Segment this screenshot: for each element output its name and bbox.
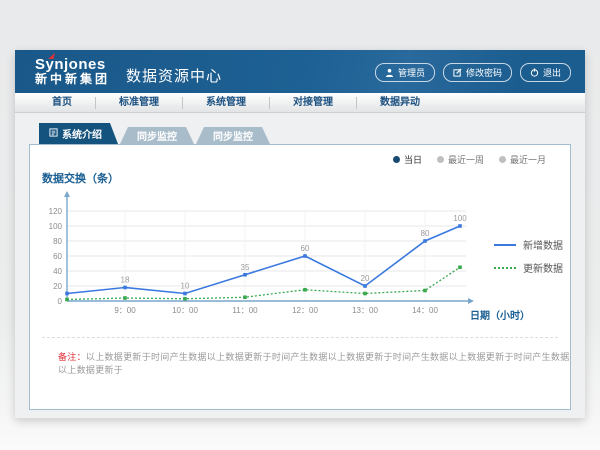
data-point bbox=[363, 292, 367, 296]
radio-dot bbox=[499, 156, 506, 163]
x-tick-label: 11：00 bbox=[232, 306, 258, 315]
chart-panel: 当日 最近一周 最近一月 数据交换（条） 0 20 40 60 80 100 120 9：00… bbox=[29, 144, 571, 410]
data-point bbox=[458, 265, 462, 269]
point-label: 100 bbox=[453, 214, 467, 223]
nav-item-home[interactable]: 首页 bbox=[29, 97, 96, 109]
data-point bbox=[458, 224, 462, 228]
line-chart: 0 20 40 60 80 100 120 9：00 10：00 11：00 12：00 13：00 1… bbox=[30, 185, 492, 323]
change-password-button[interactable]: 修改密码 bbox=[443, 63, 512, 82]
data-point bbox=[423, 289, 427, 293]
tab-system-intro-label: 系统介绍 bbox=[62, 126, 102, 141]
filter-last-week[interactable]: 最近一周 bbox=[437, 153, 484, 166]
logo-company: 新中新集团 bbox=[35, 73, 110, 87]
data-point bbox=[363, 284, 367, 288]
nav-item-standard-mgmt[interactable]: 标准管理 bbox=[96, 97, 183, 109]
radio-dot bbox=[393, 156, 400, 163]
tab-sync-monitor-2-label: 同步监控 bbox=[213, 128, 253, 143]
data-point bbox=[243, 273, 247, 277]
chart-legend: 新增数据 更新数据 bbox=[494, 233, 563, 279]
data-point bbox=[183, 297, 187, 301]
data-point bbox=[303, 288, 307, 292]
tab-sync-monitor-1-label: 同步监控 bbox=[137, 128, 177, 143]
x-tick-label: 14：00 bbox=[412, 306, 438, 315]
tab-system-intro[interactable]: 系统介绍 bbox=[39, 123, 118, 144]
x-tick-label: 12：00 bbox=[292, 306, 318, 315]
point-label: 35 bbox=[241, 263, 250, 272]
data-point bbox=[303, 254, 307, 258]
x-axis-title: 日期（小时） bbox=[470, 307, 530, 322]
divider bbox=[42, 337, 558, 338]
filter-last-week-label: 最近一周 bbox=[448, 153, 484, 166]
x-tick-label: 9：00 bbox=[114, 306, 136, 315]
nav-item-data-change[interactable]: 数据异动 bbox=[357, 97, 443, 109]
legend-new-data-label: 新增数据 bbox=[523, 237, 563, 252]
filter-last-month-label: 最近一月 bbox=[510, 153, 546, 166]
legend-item-updated-data: 更新数据 bbox=[494, 256, 563, 279]
user-menu: 管理员 修改密码 退出 bbox=[375, 63, 571, 82]
data-point bbox=[123, 286, 127, 290]
legend-item-new-data: 新增数据 bbox=[494, 233, 563, 256]
point-label: 20 bbox=[361, 274, 370, 283]
point-label: 18 bbox=[121, 276, 130, 285]
form-icon bbox=[49, 128, 58, 140]
data-point bbox=[123, 296, 127, 300]
logout-label: 退出 bbox=[543, 66, 561, 79]
y-tick-label: 80 bbox=[53, 237, 62, 246]
filter-today-label: 当日 bbox=[404, 153, 422, 166]
app-window: Synjones 新中新集团 数据资源中心 管理员 修改密码 退出 bbox=[15, 50, 585, 418]
nav-item-system-mgmt[interactable]: 系统管理 bbox=[183, 97, 270, 109]
data-point bbox=[243, 295, 247, 299]
y-tick-label: 0 bbox=[58, 297, 63, 306]
logo: Synjones 新中新集团 bbox=[35, 56, 110, 87]
x-axis-arrow-icon bbox=[468, 298, 474, 304]
user-icon bbox=[385, 68, 394, 77]
chart-filters: 当日 最近一周 最近一月 bbox=[393, 153, 546, 166]
tab-sync-monitor-2[interactable]: 同步监控 bbox=[196, 127, 270, 144]
tab-sync-monitor-1[interactable]: 同步监控 bbox=[120, 127, 194, 144]
footnote-label: 备注： bbox=[58, 352, 86, 362]
change-password-label: 修改密码 bbox=[466, 66, 502, 79]
admin-button[interactable]: 管理员 bbox=[375, 63, 435, 82]
power-icon bbox=[530, 68, 539, 77]
x-tick-label: 10：00 bbox=[172, 306, 198, 315]
tab-bar: 系统介绍 同步监控 同步监控 bbox=[39, 123, 585, 144]
data-point bbox=[65, 298, 69, 302]
y-tick-label: 40 bbox=[53, 267, 62, 276]
y-axis-arrow-icon bbox=[64, 191, 70, 197]
point-label: 80 bbox=[421, 229, 430, 238]
y-tick-label: 100 bbox=[49, 222, 63, 231]
footnote-text: 以上数据更新于时间产生数据以上数据更新于时间产生数据以上数据更新于时间产生数据以… bbox=[58, 352, 570, 375]
x-tick-label: 13：00 bbox=[352, 306, 378, 315]
y-tick-label: 120 bbox=[49, 207, 63, 216]
logo-brand: Synjones bbox=[35, 56, 110, 73]
footnote: 备注：以上数据更新于时间产生数据以上数据更新于时间产生数据以上数据更新于时间产生… bbox=[58, 350, 570, 376]
screenshot-background: { "page": { "logo": { "brand": "Synjones… bbox=[0, 0, 600, 450]
legend-line-sample-dotted bbox=[494, 267, 516, 269]
data-point bbox=[183, 292, 187, 296]
legend-line-sample-solid bbox=[494, 244, 516, 246]
nav-item-interface-mgmt[interactable]: 对接管理 bbox=[270, 97, 357, 109]
filter-today[interactable]: 当日 bbox=[393, 153, 422, 166]
y-axis-title: 数据交换（条） bbox=[42, 170, 119, 186]
legend-updated-data-label: 更新数据 bbox=[523, 260, 563, 275]
point-label: 10 bbox=[181, 282, 190, 291]
app-header: Synjones 新中新集团 数据资源中心 管理员 修改密码 退出 bbox=[15, 50, 585, 93]
page-title: 数据资源中心 bbox=[126, 65, 222, 86]
radio-dot bbox=[437, 156, 444, 163]
y-tick-label: 60 bbox=[53, 252, 62, 261]
point-label: 60 bbox=[301, 244, 310, 253]
logout-button[interactable]: 退出 bbox=[520, 63, 571, 82]
data-point bbox=[65, 292, 69, 296]
main-nav: 首页 标准管理 系统管理 对接管理 数据异动 bbox=[15, 93, 585, 113]
y-tick-label: 20 bbox=[53, 282, 62, 291]
filter-last-month[interactable]: 最近一月 bbox=[499, 153, 546, 166]
data-point bbox=[423, 239, 427, 243]
admin-label: 管理员 bbox=[398, 66, 425, 79]
edit-icon bbox=[453, 68, 462, 77]
